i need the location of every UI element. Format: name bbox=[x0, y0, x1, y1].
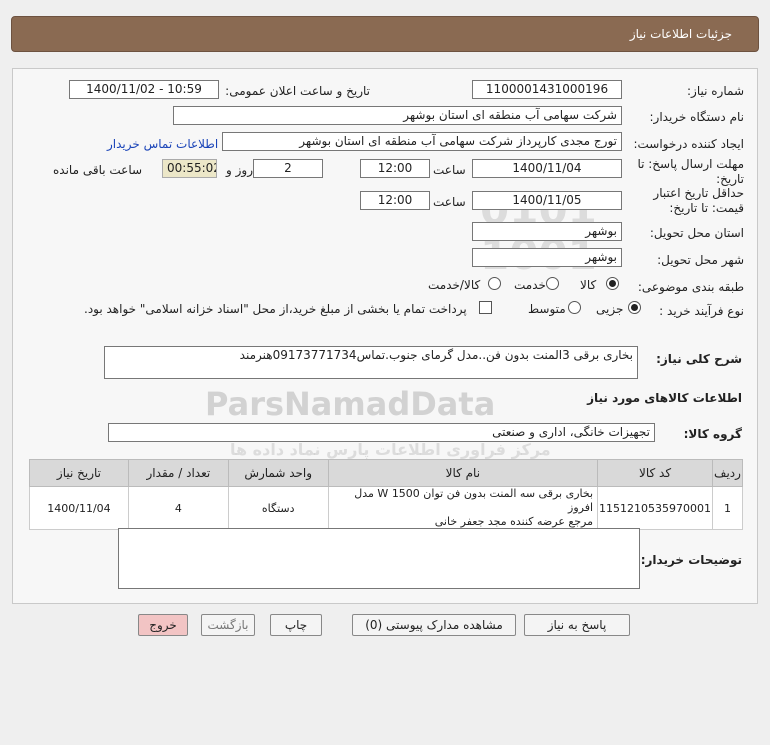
countdown-value: 00:55:02 bbox=[162, 159, 217, 178]
buyer-org-label: نام دستگاه خریدار: bbox=[649, 110, 745, 124]
cell-code: 1151210535970001 bbox=[597, 486, 714, 530]
announce-value: 1400/11/02 - 10:59 bbox=[69, 80, 219, 99]
validity-date-value: 1400/11/05 bbox=[472, 191, 622, 210]
attachments-button[interactable]: مشاهده مدارک پیوستی (0) bbox=[352, 614, 516, 636]
treasury-checkbox[interactable] bbox=[479, 301, 492, 314]
goods-group-label: گروه کالا: bbox=[683, 427, 742, 441]
buyer-org-value: شرکت سهامی آب منطقه ای استان بوشهر bbox=[173, 106, 622, 125]
process-radio-minor[interactable] bbox=[628, 301, 641, 314]
buyer-notes-box[interactable] bbox=[118, 528, 640, 589]
col-row-header: ردیف bbox=[712, 459, 743, 487]
treasury-note: پرداخت تمام یا بخشی از مبلغ خرید،از محل … bbox=[84, 302, 467, 316]
goods-group-value: تجهیزات خانگی، اداری و صنعتی bbox=[108, 423, 655, 442]
process-radio-medium[interactable] bbox=[568, 301, 581, 314]
process-option-minor: جزیی bbox=[596, 302, 624, 316]
requester-label: ایجاد کننده درخواست: bbox=[633, 137, 744, 151]
need-number-label: شماره نیاز: bbox=[687, 84, 744, 98]
reply-deadline-label: مهلت ارسال پاسخ: تا تاریخ: bbox=[637, 157, 744, 186]
print-button[interactable]: چاپ bbox=[270, 614, 322, 636]
reply-button[interactable]: پاسخ به نیاز bbox=[524, 614, 630, 636]
buyer-contact-link[interactable]: اطلاعات تماس خریدار bbox=[107, 137, 218, 151]
category-option-service: خدمت bbox=[514, 278, 546, 292]
need-number-value: 1100001431000196 bbox=[472, 80, 622, 99]
validity-time-label: ساعت bbox=[433, 195, 466, 209]
page-title: جزئیات اطلاعات نیاز bbox=[629, 27, 732, 41]
cell-unit: دستگاه bbox=[227, 486, 329, 530]
cell-name-line1: بخاری برقی سه المنت بدون فن توان 1500 W … bbox=[354, 487, 594, 514]
page-header: جزئیات اطلاعات نیاز bbox=[11, 16, 759, 52]
reply-time-label: ساعت bbox=[433, 163, 466, 177]
cell-date: 1400/11/04 bbox=[29, 486, 129, 530]
category-radio-goods-service[interactable] bbox=[488, 277, 501, 290]
announce-label: تاریخ و ساعت اعلان عمومی: bbox=[225, 84, 370, 98]
delivery-province-label: استان محل تحویل: bbox=[649, 226, 744, 240]
col-code-header: کد کالا bbox=[597, 459, 714, 487]
category-radio-goods[interactable] bbox=[606, 277, 619, 290]
reply-date-value: 1400/11/04 bbox=[472, 159, 622, 178]
buyer-notes-label: توضیحات خریدار: bbox=[640, 553, 742, 567]
process-option-medium: متوسط bbox=[528, 302, 566, 316]
exit-button[interactable]: خروج bbox=[138, 614, 188, 636]
cell-qty: 4 bbox=[127, 486, 229, 530]
remaining-label: ساعت باقی مانده bbox=[53, 163, 143, 177]
validity-time-value: 12:00 bbox=[360, 191, 430, 210]
col-qty-header: تعداد / مقدار bbox=[127, 459, 229, 487]
cell-row: 1 bbox=[712, 486, 743, 530]
delivery-city-label: شهر محل تحویل: bbox=[657, 253, 744, 267]
delivery-province-value: بوشهر bbox=[472, 222, 622, 241]
table-row: 1 1151210535970001 بخاری برقی سه المنت ب… bbox=[29, 486, 743, 530]
items-table: ردیف کد کالا نام کالا واحد شمارش تعداد /… bbox=[29, 459, 743, 530]
col-name-header: نام کالا bbox=[327, 459, 599, 487]
delivery-city-value: بوشهر bbox=[472, 248, 622, 267]
cell-name: بخاری برقی سه المنت بدون فن توان 1500 W … bbox=[327, 486, 599, 530]
process-label: نوع فرآیند خرید : bbox=[659, 304, 744, 318]
days-and-label: روز و bbox=[226, 163, 253, 177]
category-option-goods: کالا bbox=[580, 278, 597, 292]
table-header-row: ردیف کد کالا نام کالا واحد شمارش تعداد /… bbox=[29, 459, 743, 487]
general-desc-value: بخاری برقی 3المنت بدون فن..مدل گرمای جنو… bbox=[104, 346, 638, 379]
col-unit-header: واحد شمارش bbox=[227, 459, 329, 487]
price-validity-label: حداقل تاریخ اعتبار قیمت: تا تاریخ: bbox=[653, 186, 744, 215]
general-desc-label: شرح کلی نیاز: bbox=[656, 352, 742, 366]
back-button[interactable]: بازگشت bbox=[201, 614, 255, 636]
col-date-header: تاریخ نیاز bbox=[29, 459, 129, 487]
goods-info-title: اطلاعات کالاهای مورد نیاز bbox=[587, 391, 742, 405]
category-option-goods-service: کالا/خدمت bbox=[428, 278, 481, 292]
category-label: طبقه بندی موضوعی: bbox=[637, 280, 744, 294]
requester-value: تورج مجدی کارپرداز شرکت سهامی آب منطقه ا… bbox=[222, 132, 622, 151]
days-count-value: 2 bbox=[253, 159, 323, 178]
cell-name-line2: مرجع عرضه کننده مجد جعفر خانی bbox=[434, 515, 594, 528]
category-radio-service[interactable] bbox=[546, 277, 559, 290]
reply-time-value: 12:00 bbox=[360, 159, 430, 178]
